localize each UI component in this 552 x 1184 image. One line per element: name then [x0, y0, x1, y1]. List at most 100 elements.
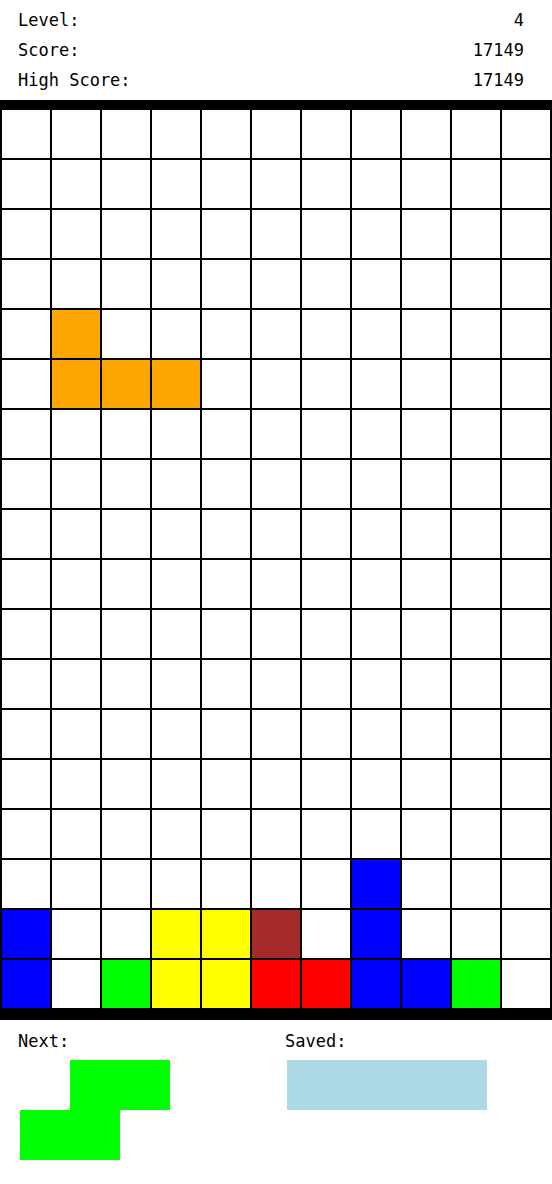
board-cell [152, 710, 200, 758]
board-cell [52, 610, 100, 658]
stat-value: 17149 [473, 65, 524, 95]
board-cell [352, 310, 400, 358]
board-cell [52, 510, 100, 558]
board-cell [252, 660, 300, 708]
board-cell [502, 910, 550, 958]
board-cell [302, 110, 350, 158]
preview-panel: Next: Saved: [0, 1020, 552, 1160]
board-cell [102, 460, 150, 508]
board-cell [252, 110, 300, 158]
board-cell [2, 110, 50, 158]
board-cell [502, 660, 550, 708]
board-cell [252, 410, 300, 458]
board-cell [402, 260, 450, 308]
board-cell [402, 410, 450, 458]
board-cell [302, 410, 350, 458]
board-cell [52, 210, 100, 258]
board-cell [302, 860, 350, 908]
stat-value: 4 [514, 5, 524, 35]
board-cell [152, 210, 200, 258]
board-cell [452, 710, 500, 758]
board-cell [252, 760, 300, 808]
board-cell [402, 860, 450, 908]
board-cell [502, 360, 550, 408]
board-cell [102, 360, 150, 408]
board-cell [252, 860, 300, 908]
board-cell [2, 260, 50, 308]
piece-grid [287, 1060, 552, 1110]
board-cell [502, 460, 550, 508]
board-cell [152, 960, 200, 1008]
board-cell [352, 360, 400, 408]
board-cell [352, 260, 400, 308]
board-cell [52, 760, 100, 808]
board-cell [102, 160, 150, 208]
board-cell [402, 310, 450, 358]
board-cell [402, 460, 450, 508]
board-cell [202, 660, 250, 708]
board-cell [252, 260, 300, 308]
board-cell [152, 510, 200, 558]
board-cell [302, 610, 350, 658]
board-cell [402, 660, 450, 708]
board-cell [452, 460, 500, 508]
board-cell [2, 960, 50, 1008]
board-cell [102, 410, 150, 458]
board-cell [252, 810, 300, 858]
board-cell [202, 460, 250, 508]
board-cell [452, 310, 500, 358]
board-cell [352, 460, 400, 508]
board-cell [302, 360, 350, 408]
stat-row: Score: 17149 [18, 35, 524, 65]
board-cell [452, 360, 500, 408]
board-cell [102, 710, 150, 758]
board-cell [502, 810, 550, 858]
board-cell [252, 160, 300, 208]
board-cell [202, 560, 250, 608]
tetris-game: Level: 4Score: 17149High Score: 17149 Ne… [0, 0, 552, 1184]
board-cell [102, 310, 150, 358]
board-cell [502, 260, 550, 308]
top-divider [0, 100, 552, 108]
board-cell [102, 860, 150, 908]
board-cell [402, 510, 450, 558]
board-cell [452, 860, 500, 908]
board-cell [402, 610, 450, 658]
board-cell [152, 460, 200, 508]
board-cell [252, 460, 300, 508]
board-cell [252, 510, 300, 558]
board-cell [202, 760, 250, 808]
board-cell [2, 160, 50, 208]
board-cell [352, 810, 400, 858]
piece-cell [70, 1060, 120, 1110]
board-cell [102, 560, 150, 608]
board-cell [352, 510, 400, 558]
board-cell [152, 260, 200, 308]
board-cell [102, 510, 150, 558]
board-cell [402, 810, 450, 858]
board-cell [302, 210, 350, 258]
board-cell [452, 610, 500, 658]
board-cell [302, 660, 350, 708]
game-board[interactable] [0, 108, 552, 1010]
board-cell [152, 560, 200, 608]
board-cell [252, 710, 300, 758]
board-cell [252, 360, 300, 408]
board-cell [402, 710, 450, 758]
board-cell [2, 860, 50, 908]
board-cell [352, 860, 400, 908]
board-cell [452, 210, 500, 258]
board-cell [52, 960, 100, 1008]
piece-cell [437, 1060, 487, 1110]
board-cell [152, 760, 200, 808]
board-cell [2, 660, 50, 708]
board-cell [2, 810, 50, 858]
board-cell [152, 810, 200, 858]
board-cell [452, 960, 500, 1008]
board-cell [102, 810, 150, 858]
board-cell [302, 310, 350, 358]
board-cell [52, 310, 100, 358]
board-cell [202, 610, 250, 658]
board-cell [2, 710, 50, 758]
board-cell [52, 710, 100, 758]
